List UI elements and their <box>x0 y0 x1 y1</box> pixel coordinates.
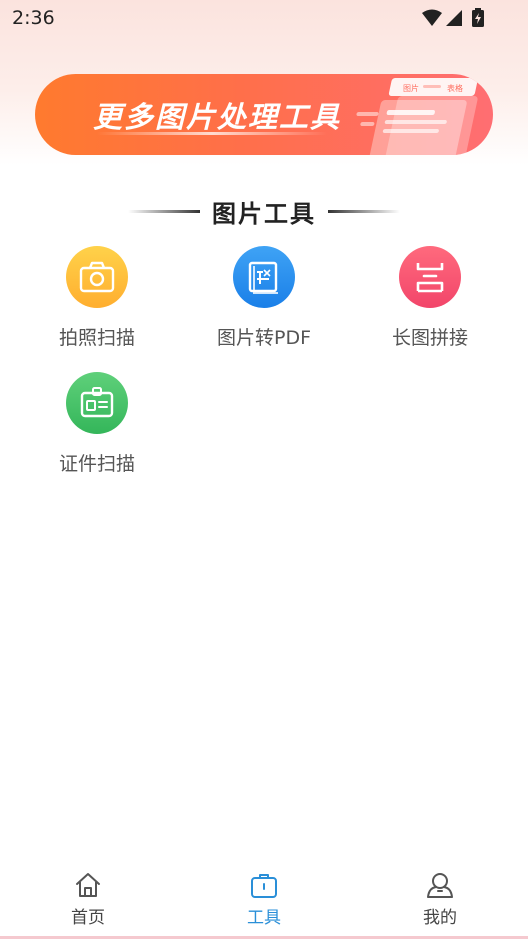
nav-item-home[interactable]: 首页 <box>28 870 148 930</box>
pdf-document-icon <box>233 246 295 308</box>
tool-id-scan[interactable]: 证件扫描 <box>17 372 177 482</box>
section-header: 图片工具 <box>0 192 528 230</box>
more-tools-banner[interactable]: 更多图片处理工具 图片 表格 <box>35 74 493 155</box>
status-time: 2:36 <box>12 7 55 29</box>
status-icons <box>422 8 484 27</box>
tool-long-image-stitch[interactable]: 长图拼接 <box>350 246 510 356</box>
section-title: 图片工具 <box>212 199 316 228</box>
tool-image-to-pdf[interactable]: 图片转PDF <box>184 246 344 356</box>
tool-label: 长图拼接 <box>391 327 468 349</box>
tool-label: 证件扫描 <box>58 453 135 475</box>
stitch-icon <box>399 246 461 308</box>
tool-label: 图片转PDF <box>216 327 312 349</box>
tool-camera-scan[interactable]: 拍照扫描 <box>17 246 177 356</box>
wifi-icon <box>422 9 442 26</box>
title-decor-line-left <box>128 209 200 213</box>
status-bar: 2:36 <box>0 0 528 36</box>
nav-item-tools[interactable]: 工具 <box>204 870 324 930</box>
nav-label-tools: 工具 <box>247 908 281 928</box>
bottom-nav: 首页 工具 我的 <box>0 860 528 939</box>
tool-label: 拍照扫描 <box>58 327 135 349</box>
camera-icon <box>66 246 128 308</box>
banner-art-tab-1: 图片 <box>403 83 419 93</box>
title-decor-line-right <box>328 209 400 213</box>
banner-art-tab-2: 表格 <box>447 83 463 93</box>
nav-item-mine[interactable]: 我的 <box>380 870 500 930</box>
toolbox-icon <box>251 874 277 898</box>
battery-icon <box>472 8 484 27</box>
home-icon <box>76 873 100 897</box>
nav-label-home: 首页 <box>71 908 105 928</box>
banner-underline <box>97 132 327 135</box>
nav-label-mine: 我的 <box>423 908 457 928</box>
banner-title: 更多图片处理工具 <box>93 100 342 134</box>
document-illustration-icon: 图片 表格 <box>356 78 478 155</box>
signal-icon <box>446 10 462 26</box>
user-icon <box>427 873 453 898</box>
tools-screen: 2:36 更多图片处理工具 图片 表格 图片工具 拍照扫描 图片转PDF 长图拼… <box>0 0 528 939</box>
id-card-icon <box>66 372 128 434</box>
